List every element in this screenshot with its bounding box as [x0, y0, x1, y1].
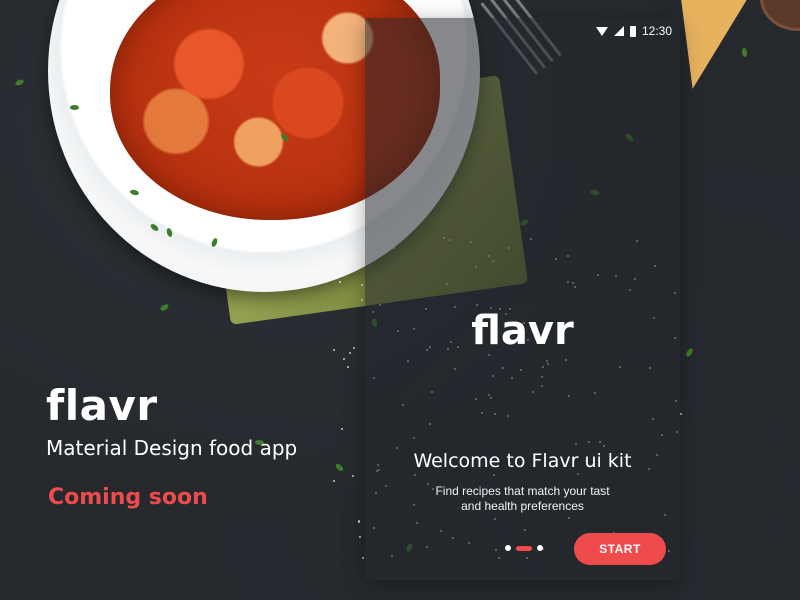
salt-speck: [333, 479, 336, 482]
salt-speck: [680, 413, 683, 416]
cilantro-leaf: [334, 462, 345, 473]
salt-speck: [332, 348, 335, 351]
cilantro-leaf: [685, 347, 694, 358]
page-dot-3[interactable]: [537, 545, 543, 551]
salt-speck: [360, 283, 363, 286]
cilantro-leaf: [741, 47, 748, 58]
salt-speck: [347, 366, 350, 369]
salt-speck: [357, 520, 360, 523]
salt-speck: [353, 347, 356, 350]
description-line-2: and health preferences: [461, 499, 584, 513]
salt-speck: [351, 474, 354, 477]
welcome-title: Welcome to Flavr ui kit: [413, 450, 632, 472]
wifi-icon: [595, 26, 608, 36]
page-dot-1[interactable]: [505, 545, 511, 551]
coming-soon-label: Coming soon: [48, 485, 208, 510]
brand-logo-left: flavr: [46, 381, 158, 430]
phone-screen: 12:30 flavr Welcome to Flavr ui kit Find…: [365, 18, 680, 580]
salt-speck: [338, 280, 341, 283]
welcome-description: Find recipes that match your tast and he…: [405, 484, 640, 514]
cilantro-leaf: [159, 302, 170, 313]
salt-speck: [362, 556, 365, 559]
page-dot-2-active[interactable]: [516, 545, 532, 551]
status-time: 12:30: [641, 24, 672, 38]
salt-speck: [342, 358, 345, 361]
battery-icon: [629, 25, 636, 37]
cilantro-leaf: [14, 78, 25, 87]
signal-icon: [613, 26, 624, 36]
start-button[interactable]: START: [574, 533, 666, 565]
cilantro-leaf: [70, 105, 79, 110]
status-bar: 12:30: [595, 22, 672, 40]
description-line-1: Find recipes that match your tast: [435, 484, 610, 498]
salt-speck: [359, 252, 362, 255]
tagline: Material Design food app: [46, 436, 298, 460]
page-indicator[interactable]: [505, 545, 543, 551]
phone-brand-logo: flavr: [471, 308, 574, 354]
salt-speck: [358, 535, 361, 538]
bowl: [760, 0, 800, 31]
salt-speck: [340, 428, 343, 431]
salt-speck: [348, 351, 351, 354]
